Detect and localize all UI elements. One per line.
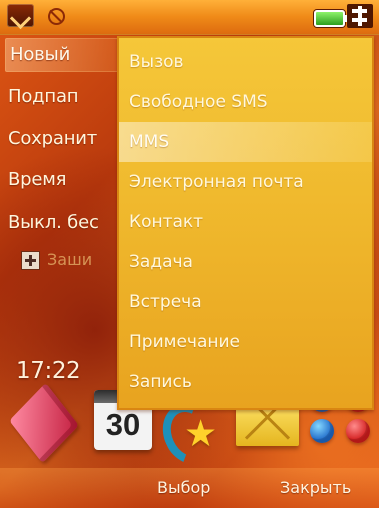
shortcut-row[interactable]: Заши: [0, 243, 130, 277]
close-softkey[interactable]: Закрыть: [280, 468, 370, 508]
clock-time: 17:22: [16, 358, 81, 384]
left-menu-item-new[interactable]: Новый: [5, 38, 122, 72]
silent-icon: [48, 8, 65, 25]
menu-item-mms[interactable]: MMS: [119, 122, 372, 162]
book-icon[interactable]: [9, 382, 79, 464]
select-softkey[interactable]: Выбор: [157, 468, 242, 508]
star-icon: ★: [184, 412, 218, 455]
blue-dot-icon: [310, 419, 334, 443]
menu-item-record[interactable]: Запись: [119, 362, 372, 402]
left-menu: Новый Подпап Сохранит Время Выкл. бес: [0, 36, 122, 242]
menu-item-note[interactable]: Примечание: [119, 322, 372, 362]
softkeys-bar: Выбор Закрыть: [0, 468, 379, 508]
phone-screen: Новый Подпап Сохранит Время Выкл. бес За…: [0, 0, 379, 508]
menu-item-email[interactable]: Электронная почта: [119, 162, 372, 202]
plus-icon: [21, 251, 40, 270]
menu-item-free-sms[interactable]: Свободное SMS: [119, 82, 372, 122]
calendar-day: 30: [105, 407, 141, 442]
status-bar: [0, 0, 379, 35]
new-message-dropdown: Вызов Свободное SMS MMS Электронная почт…: [117, 36, 374, 410]
menu-item-meeting[interactable]: Встреча: [119, 282, 372, 322]
menu-item-task[interactable]: Задача: [119, 242, 372, 282]
shortcut-label: Заши: [47, 250, 93, 269]
signal-icon: [347, 4, 373, 28]
battery-icon: [314, 10, 349, 27]
menu-item-call[interactable]: Вызов: [119, 42, 372, 82]
red-dot-icon: [346, 419, 370, 443]
menu-item-contact[interactable]: Контакт: [119, 202, 372, 242]
menu-key-icon[interactable]: [7, 4, 34, 27]
